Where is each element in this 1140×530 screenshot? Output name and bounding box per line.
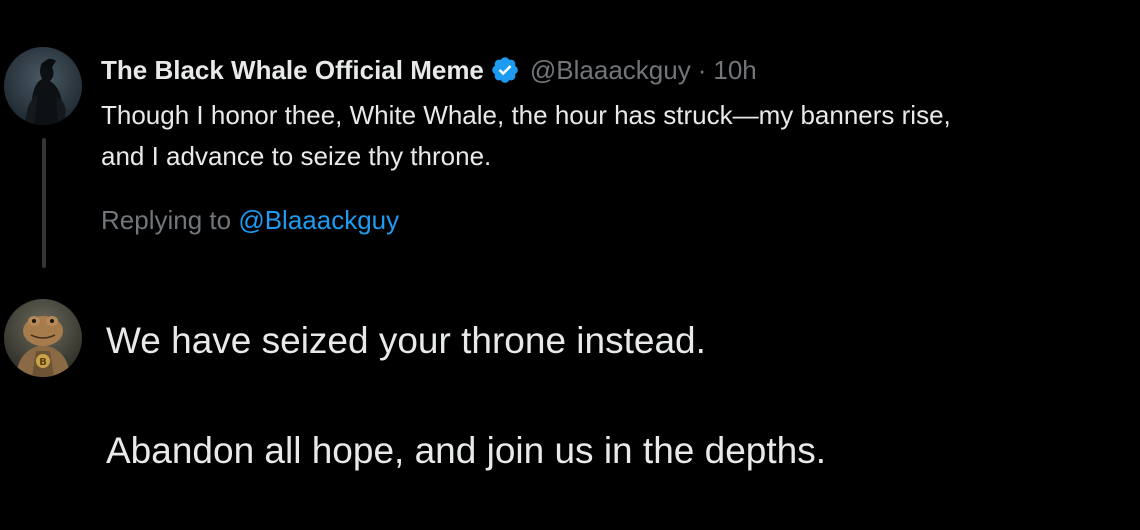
original-tweet-header: The Black Whale Official Meme @Blaaackgu… bbox=[101, 52, 757, 88]
header-separator: · bbox=[697, 54, 707, 85]
reply-tweet-text: We have seized your throne instead. Aban… bbox=[106, 316, 1106, 476]
original-tweet-avatar[interactable] bbox=[4, 47, 82, 125]
frog-with-bitcoin-avatar-icon: B bbox=[4, 299, 82, 377]
thread-connector-line bbox=[42, 138, 46, 268]
reply-paragraph: Abandon all hope, and join us in the dep… bbox=[106, 430, 827, 471]
replying-to-label: Replying to bbox=[101, 205, 232, 235]
dark-knight-avatar-icon bbox=[4, 47, 82, 125]
reply-avatar[interactable]: B bbox=[4, 299, 82, 377]
original-tweet-text-line: and I advance to seize thy throne. bbox=[101, 141, 492, 171]
original-tweet-timestamp[interactable]: 10h bbox=[713, 55, 756, 86]
replying-to-mention-link[interactable]: @Blaaackguy bbox=[238, 205, 399, 235]
reply-paragraph: We have seized your throne instead. bbox=[106, 320, 706, 361]
original-tweet-text: Though I honor thee, White Whale, the ho… bbox=[101, 95, 1121, 177]
original-tweet-display-name[interactable]: The Black Whale Official Meme bbox=[101, 55, 484, 86]
verified-badge-icon bbox=[490, 55, 520, 85]
original-tweet-handle[interactable]: @Blaaackguy bbox=[530, 55, 691, 86]
original-tweet-text-line: Though I honor thee, White Whale, the ho… bbox=[101, 100, 951, 130]
svg-text:B: B bbox=[39, 357, 47, 368]
replying-to-line: Replying to @Blaaackguy bbox=[101, 205, 399, 236]
